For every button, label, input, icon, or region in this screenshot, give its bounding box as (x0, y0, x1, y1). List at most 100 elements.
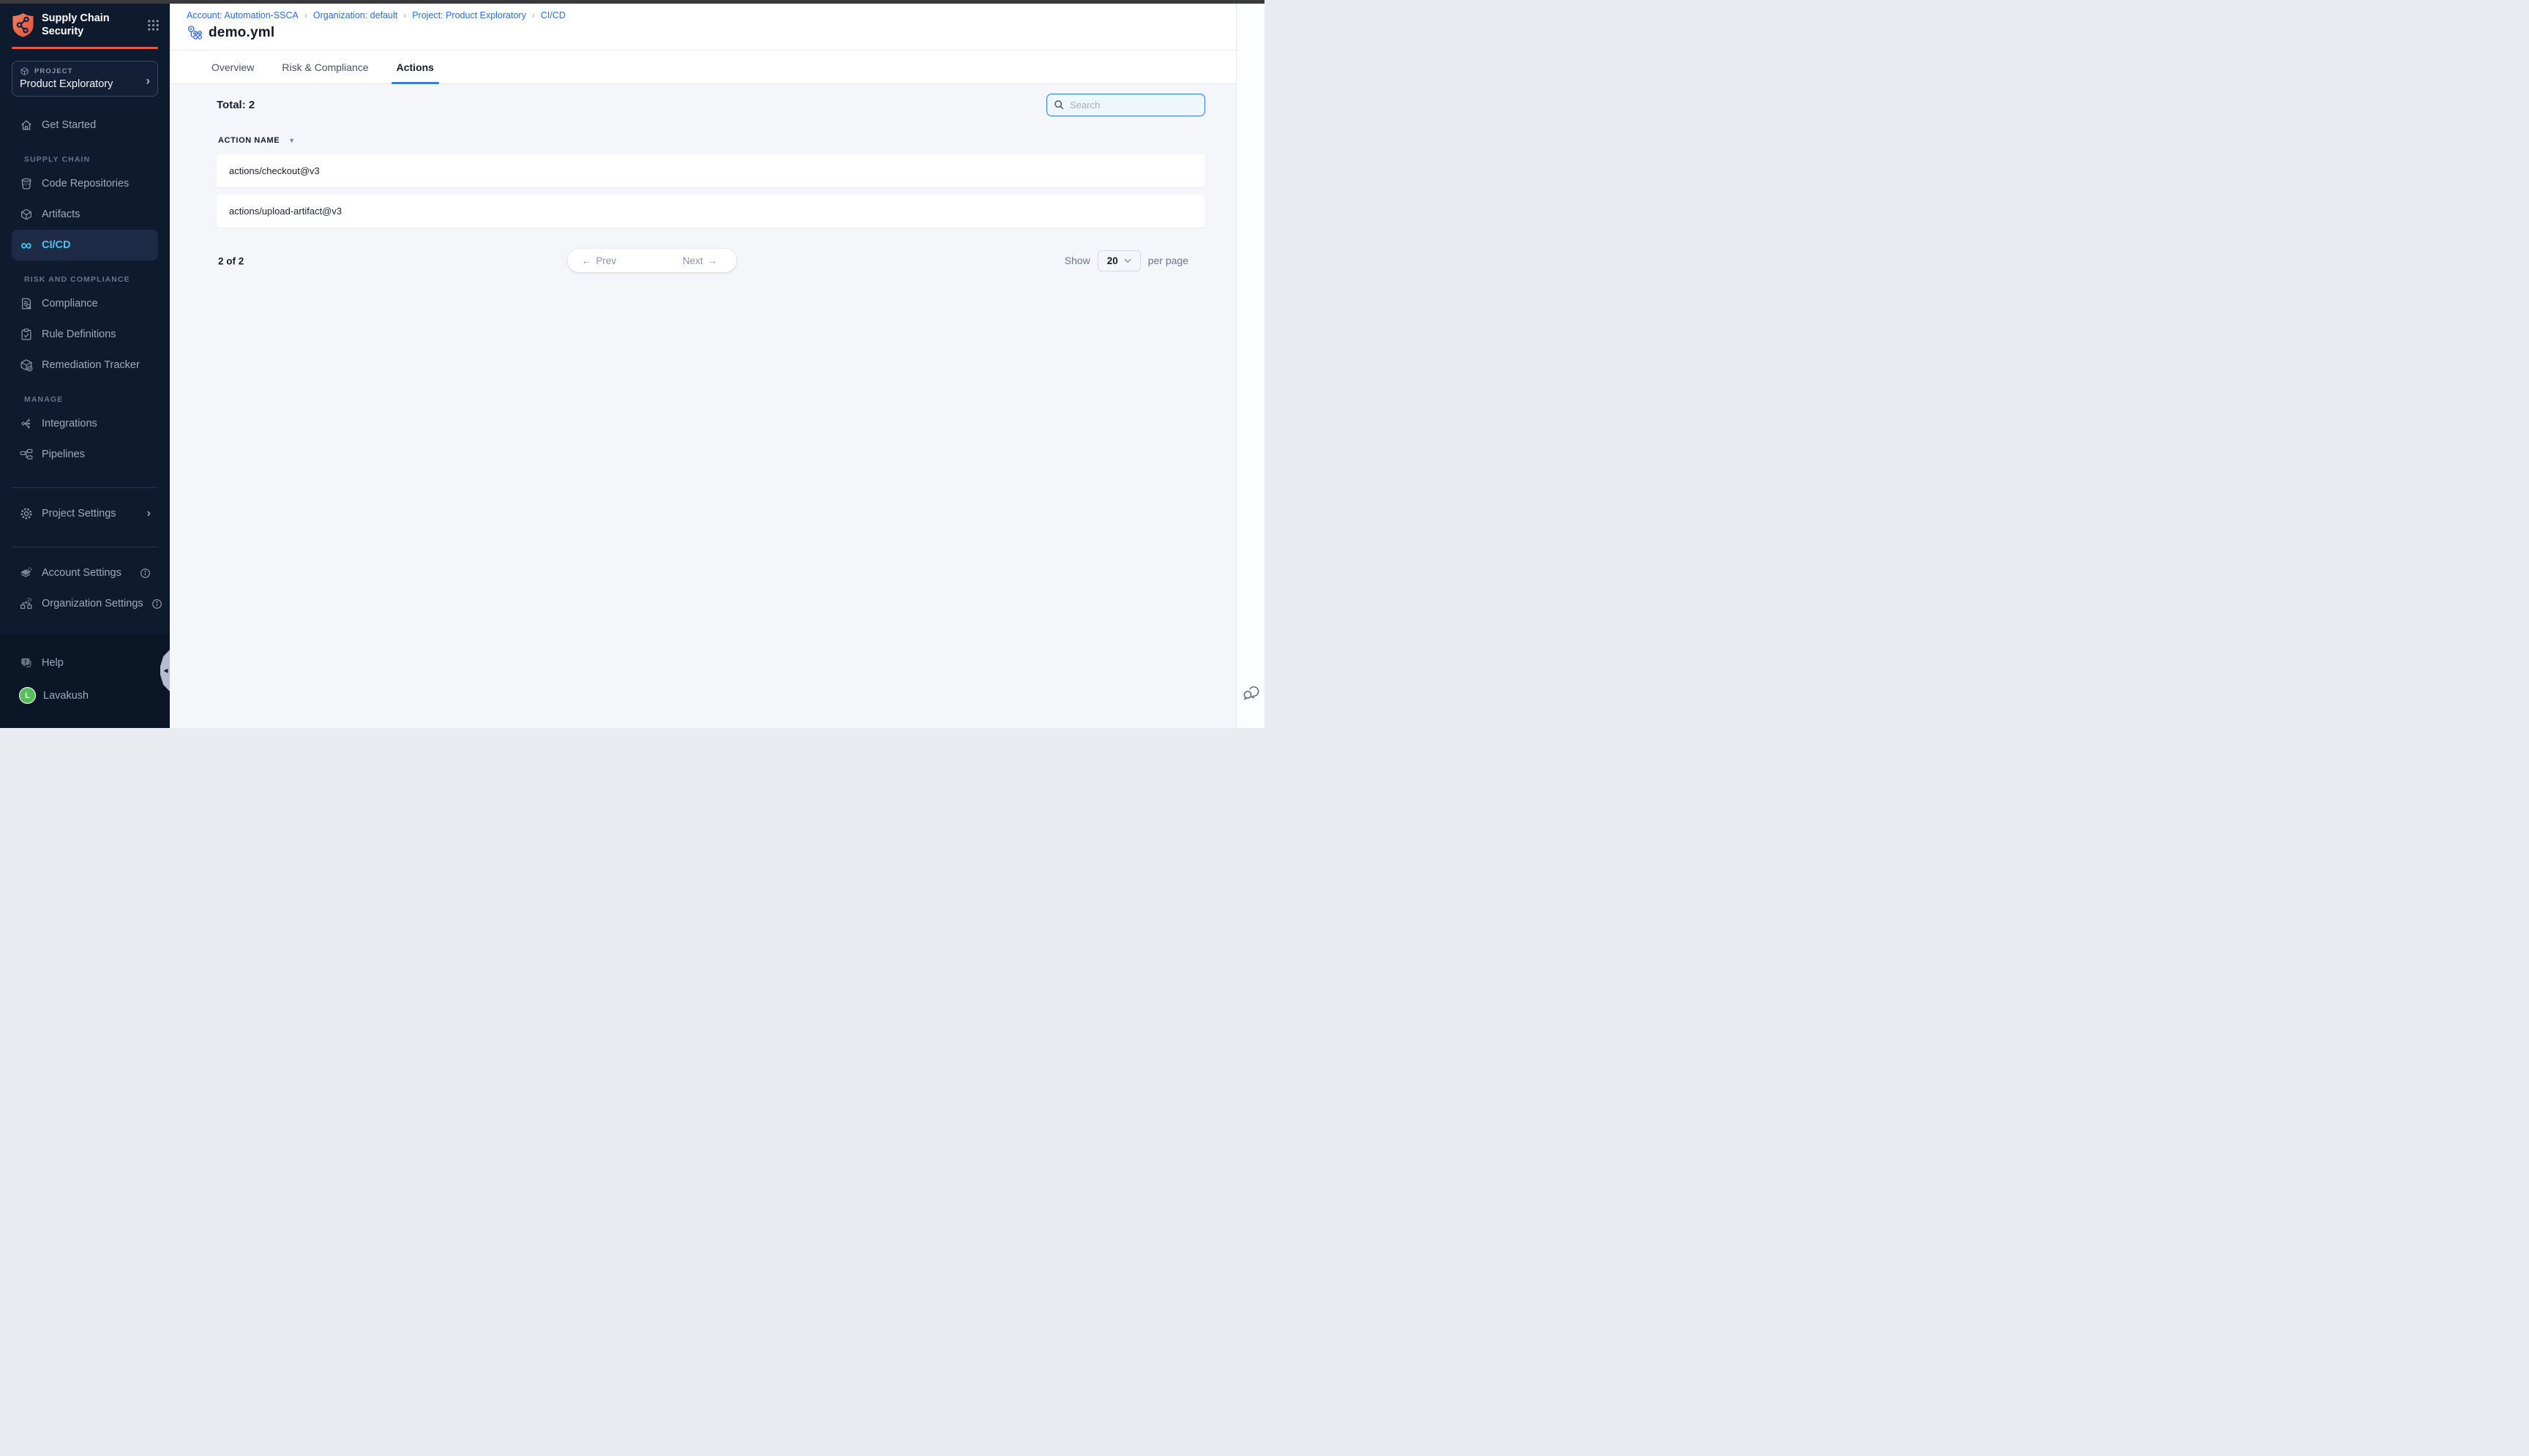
code-repository-icon: </> (19, 177, 34, 190)
table-row[interactable]: actions/upload-artifact@v3 (217, 195, 1205, 228)
chevron-down-icon (1124, 258, 1131, 263)
search-input[interactable] (1070, 100, 1198, 110)
sidebar-item-account-settings[interactable]: Account Settings (12, 558, 158, 588)
module-grid-icon[interactable] (147, 19, 160, 31)
svg-text:?: ? (24, 658, 27, 665)
page-range: 2 of 2 (218, 256, 244, 267)
svg-text:</>: </> (23, 183, 31, 187)
infinity-cicd-icon: ∞ (19, 238, 34, 253)
sidebar-item-artifacts[interactable]: Artifacts (12, 199, 158, 230)
tab-bar: Overview Risk & Compliance Actions (170, 50, 1236, 84)
sidebar-item-label: Organization Settings (42, 598, 143, 609)
sidebar-item-pipelines[interactable]: Pipelines (12, 439, 158, 470)
sidebar-item-label: CI/CD (42, 239, 70, 251)
sidebar-footer: ? Help L Lavakush (0, 635, 170, 728)
breadcrumb-cicd[interactable]: CI/CD (541, 10, 566, 20)
artifact-cube-icon (19, 208, 34, 221)
pagination-bar: 2 of 2 ← Prev 1 Next → Show (170, 249, 1236, 274)
tab-risk-and-compliance[interactable]: Risk & Compliance (277, 50, 373, 83)
sidebar-divider (12, 487, 158, 488)
total-count: Total: 2 (217, 93, 255, 117)
show-label: Show (1065, 255, 1090, 266)
arrow-right-icon: → (708, 255, 718, 266)
sidebar-item-get-started[interactable]: Get Started (12, 110, 158, 140)
sidebar-item-label: Get Started (42, 119, 96, 131)
arrow-left-icon: ← (582, 255, 592, 266)
right-utility-strip (1236, 4, 1264, 728)
brand: Supply Chain Security (0, 4, 170, 38)
breadcrumb-account[interactable]: Account: Automation-SSCA (187, 10, 299, 20)
column-header-action-name[interactable]: ACTION NAME (218, 136, 280, 145)
search-icon (1054, 100, 1065, 110)
section-label-manage: MANAGE (24, 395, 158, 404)
per-page-label: per page (1148, 255, 1188, 266)
sidebar-item-label: Rule Definitions (42, 329, 116, 340)
sidebar-item-label: Artifacts (42, 209, 80, 220)
search-box[interactable] (1046, 94, 1205, 116)
info-icon[interactable] (151, 598, 162, 609)
browser-chrome-strip (0, 0, 1264, 4)
chevron-right-icon: › (146, 73, 150, 88)
sidebar-item-label: Code Repositories (42, 178, 129, 189)
sidebar-item-label: Remediation Tracker (42, 359, 140, 371)
tab-content: Total: 2 ACTION NAME ▼ (170, 84, 1236, 728)
chevron-right-icon: › (147, 507, 151, 520)
next-page-button[interactable]: Next → (664, 249, 736, 272)
sidebar-item-label: Account Settings (42, 567, 121, 579)
breadcrumb-separator-icon: › (304, 10, 307, 20)
section-label-risk-and-compliance: RISK AND COMPLIANCE (24, 275, 158, 284)
box-wrench-icon (19, 359, 34, 372)
sidebar-item-rule-definitions[interactable]: Rule Definitions (12, 319, 158, 350)
avatar: L (19, 687, 36, 704)
table-row[interactable]: actions/checkout@v3 (217, 154, 1205, 187)
document-search-icon (19, 297, 34, 310)
pager: ← Prev 1 Next → (568, 249, 736, 272)
page-1-button[interactable]: 1 (630, 249, 664, 272)
supply-chain-security-logo-icon (12, 12, 34, 37)
project-selector[interactable]: PROJECT Product Exploratory › (12, 61, 158, 97)
table-header: ACTION NAME ▼ (218, 136, 1205, 145)
sidebar-item-label: Pipelines (42, 449, 85, 460)
breadcrumb: Account: Automation-SSCA › Organization:… (187, 10, 1236, 20)
page-header: Account: Automation-SSCA › Organization:… (170, 4, 1236, 50)
sidebar-item-remediation-tracker[interactable]: Remediation Tracker (12, 350, 158, 380)
info-icon[interactable] (140, 568, 151, 579)
app-window: Supply Chain Security (0, 0, 1264, 728)
sidebar-item-project-settings[interactable]: Project Settings › (12, 498, 158, 529)
sidebar-item-label: Project Settings (42, 508, 116, 519)
gear-icon (19, 507, 34, 520)
tab-actions[interactable]: Actions (391, 50, 439, 83)
section-label-supply-chain: SUPPLY CHAIN (24, 155, 158, 164)
help-chat-icon: ? (19, 656, 34, 669)
user-name: Lavakush (43, 690, 89, 702)
breadcrumb-organization[interactable]: Organization: default (313, 10, 397, 20)
home-icon (19, 119, 34, 132)
project-name: Product Exploratory (20, 78, 150, 90)
sidebar-item-organization-settings[interactable]: Organization Settings (12, 588, 158, 619)
sidebar-item-compliance[interactable]: Compliance (12, 288, 158, 319)
collapse-arrow-icon: ◀ (163, 668, 168, 674)
brand-title: Supply Chain Security (42, 12, 110, 38)
breadcrumb-separator-icon: › (532, 10, 535, 20)
sidebar-item-help[interactable]: ? Help (12, 648, 158, 678)
sidebar-item-cicd[interactable]: ∞ CI/CD (12, 230, 158, 260)
integrations-share-icon (19, 417, 34, 430)
sidebar-nav: Get Started SUPPLY CHAIN </> Code Reposi… (0, 110, 170, 619)
project-label: PROJECT (34, 67, 73, 75)
sidebar: Supply Chain Security (0, 4, 170, 728)
clipboard-check-icon (19, 328, 34, 341)
workflow-pipeline-icon (187, 25, 203, 41)
layers-gear-icon (19, 566, 34, 579)
project-cube-icon (20, 67, 29, 76)
chat-support-icon[interactable] (1242, 683, 1261, 702)
sidebar-item-label: Help (42, 657, 64, 669)
prev-page-button[interactable]: ← Prev (568, 249, 630, 272)
sort-caret-icon[interactable]: ▼ (288, 137, 295, 144)
tab-overview[interactable]: Overview (206, 50, 259, 83)
breadcrumb-separator-icon: › (403, 10, 406, 20)
page-size-select[interactable]: 20 (1098, 250, 1141, 271)
sidebar-item-integrations[interactable]: Integrations (12, 408, 158, 439)
user-profile[interactable]: L Lavakush (19, 687, 158, 704)
breadcrumb-project[interactable]: Project: Product Exploratory (412, 10, 526, 20)
sidebar-item-code-repositories[interactable]: </> Code Repositories (12, 168, 158, 199)
